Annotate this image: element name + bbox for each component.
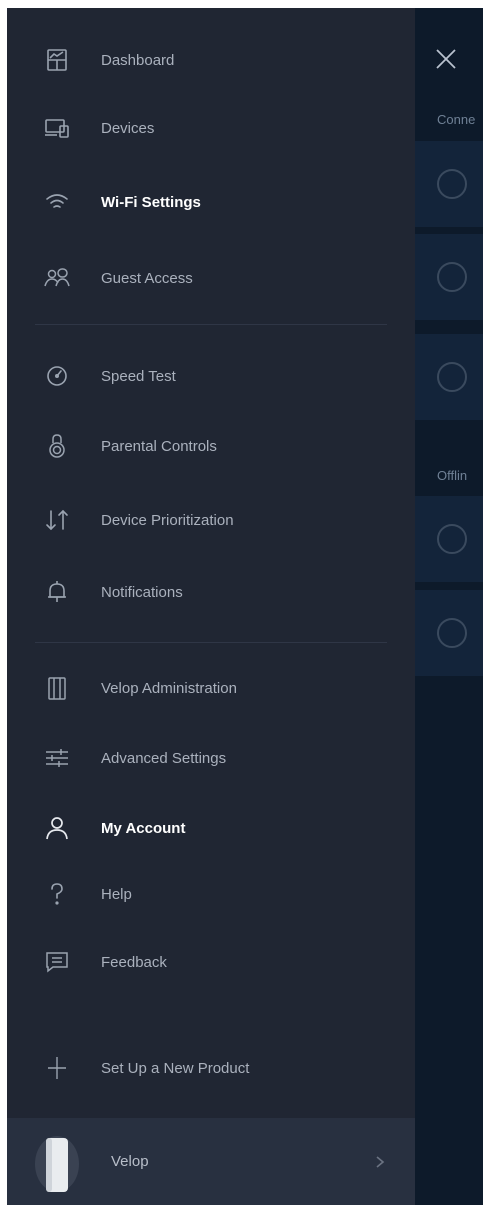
menu-item-set-up-new-product[interactable]: Set Up a New Product [7,1040,415,1096]
device-status-icon [437,169,467,199]
menu-divider [35,642,387,643]
menu-item-label: Parental Controls [101,437,217,455]
section-label-online: Conne [437,112,476,127]
device-card[interactable] [415,234,483,321]
velop-node-icon [41,672,73,704]
device-card[interactable] [415,590,483,677]
menu-item-label: Wi-Fi Settings [101,193,201,211]
device-card[interactable] [415,141,483,228]
menu-item-device-prioritization[interactable]: Device Prioritization [7,492,415,548]
chevron-right-icon [373,1155,387,1169]
menu-item-speed-test[interactable]: Speed Test [7,348,415,404]
menu-item-help[interactable]: Help [7,866,415,922]
parental-controls-icon [41,430,73,462]
speedometer-icon [41,360,73,392]
menu-item-parental-controls[interactable]: Parental Controls [7,418,415,474]
device-status-icon [437,262,467,292]
device-status-icon [437,362,467,392]
menu-item-dashboard[interactable]: Dashboard [7,32,415,88]
menu-item-label: My Account [101,819,186,837]
dashboard-icon [41,44,73,76]
menu-item-label: Devices [101,119,155,137]
router-selector[interactable]: Velop [7,1118,415,1205]
menu-item-guest-access[interactable]: Guest Access [7,250,415,306]
menu-item-label: Advanced Settings [101,749,227,767]
menu-item-label: Guest Access [101,269,193,287]
velop-device-image [33,1134,81,1194]
prioritization-arrows-icon [41,504,73,536]
menu-item-label: Set Up a New Product [101,1059,250,1077]
menu-item-label: Dashboard [101,51,175,69]
devices-icon [41,112,73,144]
menu-item-devices[interactable]: Devices [7,100,415,156]
menu-item-velop-administration[interactable]: Velop Administration [7,660,415,716]
menu-divider [35,324,387,325]
menu-item-label: Device Prioritization [101,511,234,529]
devices-panel: Conne Offlin [415,8,483,1205]
guest-access-icon [41,262,73,294]
device-card[interactable] [415,496,483,583]
device-status-icon [437,618,467,648]
feedback-icon [41,946,73,978]
section-label-offline: Offlin [437,468,468,483]
menu-item-label: Notifications [101,583,183,601]
menu-item-advanced-settings[interactable]: Advanced Settings [7,730,415,786]
wifi-icon [41,186,73,218]
sliders-icon [41,742,73,774]
menu-item-my-account[interactable]: My Account [7,800,415,856]
device-card[interactable] [415,334,483,421]
device-status-icon [437,524,467,554]
menu-item-label: Velop Administration [101,679,237,697]
menu-item-feedback[interactable]: Feedback [7,934,415,990]
router-name: Velop [111,1153,149,1170]
person-icon [41,812,73,844]
bell-icon [41,576,73,608]
app-frame: Dashboard Devices Wi-Fi Settings Guest A… [7,8,483,1205]
menu-item-notifications[interactable]: Notifications [7,564,415,620]
menu-item-wifi-settings[interactable]: Wi-Fi Settings [7,174,415,230]
menu-item-label: Help [101,885,132,903]
menu-item-label: Feedback [101,953,167,971]
close-icon[interactable] [433,46,459,72]
plus-icon [41,1052,73,1084]
navigation-drawer: Dashboard Devices Wi-Fi Settings Guest A… [7,8,415,1205]
question-mark-icon [41,878,73,910]
menu-item-label: Speed Test [101,367,176,385]
